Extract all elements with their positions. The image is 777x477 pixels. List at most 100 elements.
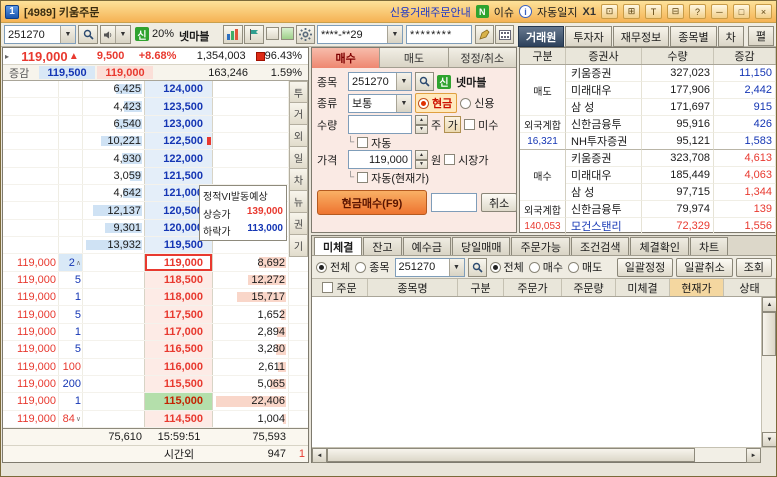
ask-quantity-cell[interactable]: 9,301 — [83, 219, 145, 237]
ask-price[interactable]: 123,000 — [145, 115, 213, 133]
auto-diary-menu-item[interactable]: 자동일지 — [537, 4, 577, 20]
cancel-all-button[interactable]: 일괄취소 — [676, 257, 733, 277]
orderbook-side-tab[interactable]: 뉴 — [289, 191, 308, 213]
settings-gear-icon[interactable] — [296, 25, 315, 44]
ask-price[interactable]: 122,000 — [145, 150, 213, 167]
ask-quantity-cell[interactable]: 10,221 — [83, 133, 145, 150]
ask-quantity-cell[interactable]: 3,059 — [83, 167, 145, 185]
orderbook-side-tab[interactable]: 권 — [289, 213, 308, 235]
ask-quantity-cell[interactable]: 6,540 — [83, 115, 145, 133]
ask-price[interactable]: 121,500 — [145, 167, 213, 185]
side-all-radio[interactable] — [489, 261, 501, 273]
credit-order-guide-link[interactable]: 신용거래주문안내 — [390, 4, 471, 20]
voice-alert-button[interactable]: ▼ — [100, 25, 131, 44]
orderbook-side-tab[interactable]: 차 — [289, 169, 308, 191]
bid-quantity-cell[interactable]: 2,611 — [213, 358, 289, 375]
order-type-value[interactable]: 보통 — [349, 95, 396, 112]
edit-pencil-icon[interactable] — [475, 25, 494, 44]
chart-icon[interactable] — [223, 25, 243, 44]
keypad-icon[interactable] — [495, 25, 514, 44]
step-down-icon[interactable]: ▼ — [415, 159, 428, 169]
side-buy-radio[interactable] — [528, 261, 540, 273]
select-all-checkbox[interactable] — [322, 282, 334, 293]
chevron-down-icon[interactable]: ▼ — [396, 73, 411, 90]
quantity-input[interactable] — [348, 115, 412, 134]
cash-radio[interactable] — [418, 97, 429, 109]
ask-price[interactable]: 124,000 — [145, 81, 213, 98]
ask-quantity-cell[interactable]: 12,137 — [83, 202, 145, 219]
auto-price-checkbox[interactable] — [357, 172, 369, 183]
new-window-icon[interactable]: ⊞ — [623, 4, 640, 19]
panel-tab-3[interactable]: 재무정보 — [612, 26, 670, 47]
query-button[interactable]: 조회 — [735, 257, 772, 277]
bid-quantity-cell[interactable]: 1,004 — [213, 410, 289, 427]
vscroll-track[interactable] — [762, 356, 776, 432]
price-input[interactable]: 119,000 — [348, 150, 412, 169]
bid-price[interactable]: 117,000 — [145, 323, 213, 341]
bid-price[interactable]: 116,000 — [145, 358, 213, 375]
order-stock-combo[interactable]: 251270 ▼ — [348, 72, 412, 91]
flag-icon[interactable] — [244, 25, 264, 44]
ask-price[interactable]: 123,500 — [145, 98, 213, 115]
order-stock-code[interactable]: 251270 — [349, 73, 396, 90]
pending-tab-3[interactable]: 예수금 — [402, 237, 451, 255]
margin-rate-label[interactable]: 20% — [152, 28, 174, 40]
ask-quantity-cell[interactable]: 4,930 — [83, 150, 145, 167]
bid-quantity-cell[interactable]: 2,894 — [213, 323, 289, 341]
bid-price[interactable]: 117,500 — [145, 306, 213, 323]
bid-quantity-cell[interactable]: 12,272 — [213, 271, 289, 289]
bid-price[interactable]: 114,500 — [145, 410, 213, 427]
pending-tab-6[interactable]: 조건검색 — [570, 237, 630, 255]
price-helper-button[interactable]: 가 — [444, 116, 462, 133]
password-input[interactable]: ******** — [406, 25, 472, 44]
screen-link-icon[interactable]: ⊡ — [601, 4, 618, 19]
cash-radio-group[interactable]: 현금 — [415, 93, 458, 113]
orderbook-side-tab[interactable]: 기 — [289, 235, 308, 257]
x1-button[interactable]: X1 — [583, 6, 596, 18]
bid-price[interactable]: 119,000 — [145, 254, 213, 271]
tick-scroll-arrow-icon[interactable]: ∨ — [76, 415, 81, 423]
order-tab-3[interactable]: 정정/취소 — [448, 48, 516, 68]
side-sell-radio[interactable] — [568, 261, 579, 273]
pending-tab-8[interactable]: 차트 — [689, 237, 729, 255]
pending-search-button[interactable] — [467, 257, 487, 277]
mini-mode-icon[interactable] — [281, 27, 294, 40]
auto-quantity-checkbox[interactable] — [357, 137, 369, 148]
bid-price[interactable]: 118,500 — [145, 271, 213, 289]
pending-tab-1[interactable]: 미체결 — [314, 237, 363, 255]
toolbox-icon[interactable]: ⊟ — [667, 4, 684, 19]
credit-radio[interactable] — [460, 97, 472, 109]
account-combo[interactable]: ****-**29 ▼ — [317, 25, 403, 44]
chevron-down-icon[interactable]: ▼ — [60, 26, 75, 43]
ask-quantity-cell[interactable]: 4,423 — [83, 98, 145, 115]
scroll-right-icon[interactable]: ► — [746, 448, 761, 463]
step-up-icon[interactable]: ▲ — [415, 150, 428, 160]
hscroll-thumb[interactable] — [327, 448, 695, 462]
step-down-icon[interactable]: ▼ — [415, 124, 428, 134]
orderbook-side-tab[interactable]: 투 — [289, 81, 308, 103]
pending-tab-7[interactable]: 체결확인 — [630, 237, 689, 255]
ask-price[interactable]: 122,500 — [145, 133, 213, 150]
misu-checkbox[interactable] — [464, 119, 476, 130]
ask-quantity-cell[interactable]: 6,425 — [83, 81, 145, 98]
order-tab-1[interactable]: 매수 — [312, 48, 381, 68]
minimize-button[interactable]: ─ — [711, 4, 728, 19]
bid-price[interactable]: 115,000 — [145, 393, 213, 410]
vertical-scrollbar[interactable]: ▲ ▼ — [761, 297, 776, 447]
layout-toggle-icon[interactable] — [266, 27, 279, 40]
always-on-top-icon[interactable]: T — [645, 4, 662, 19]
ask-quantity-cell[interactable]: 13,932 — [83, 237, 145, 254]
tick-scroll-arrow-icon[interactable]: ∧ — [76, 259, 81, 267]
panel-tab-5[interactable]: 차 — [717, 26, 744, 47]
cash-buy-button[interactable]: 현금매수(F9) — [317, 190, 427, 215]
order-amount-input[interactable] — [431, 193, 477, 212]
quantity-stepper[interactable]: ▲ ▼ — [415, 115, 428, 134]
news-menu-item[interactable]: 이슈 — [494, 4, 514, 20]
scroll-up-icon[interactable]: ▲ — [762, 297, 776, 312]
maximize-button[interactable]: □ — [733, 4, 750, 19]
bid-quantity-cell[interactable]: 1,652 — [213, 306, 289, 323]
price-stepper[interactable]: ▲ ▼ — [415, 150, 428, 169]
bid-price[interactable]: 115,500 — [145, 375, 213, 393]
close-button[interactable]: × — [755, 4, 772, 19]
bid-price[interactable]: 116,500 — [145, 341, 213, 358]
